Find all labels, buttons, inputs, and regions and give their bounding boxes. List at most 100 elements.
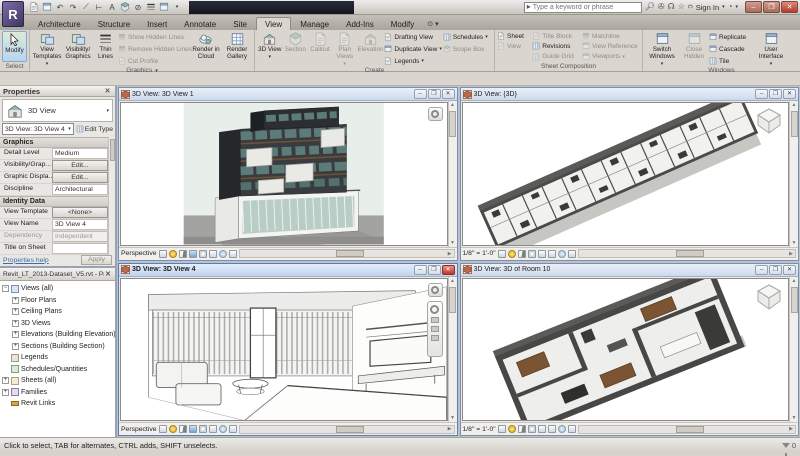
horizontal-scrollbar[interactable]: ▶	[239, 249, 455, 258]
schedules-button[interactable]: Schedules▾	[443, 32, 492, 42]
drawing-canvas[interactable]	[120, 278, 448, 422]
favorites-icon[interactable]: ☆	[678, 3, 685, 11]
property-value[interactable]: 3D View 4	[52, 219, 108, 230]
sun-path-icon[interactable]	[169, 250, 177, 258]
horizontal-scrollbar[interactable]: ▶	[239, 425, 455, 434]
callout-button[interactable]: Callout	[308, 31, 332, 67]
drawing-canvas[interactable]	[120, 102, 448, 246]
properties-help-link[interactable]: Properties help	[3, 257, 49, 264]
minimize-button[interactable]: –	[414, 89, 427, 99]
show-hidden-lines-button[interactable]: Show Hidden Lines	[118, 32, 190, 42]
close-icon[interactable]: ✕	[104, 270, 112, 278]
crop-view-icon[interactable]	[528, 250, 536, 258]
expand-icon[interactable]: +	[12, 308, 19, 315]
tree-item-sheets[interactable]: +Sheets (all)	[2, 375, 115, 387]
tile-button[interactable]: Tile	[709, 56, 753, 66]
lock-view-icon[interactable]	[548, 425, 556, 433]
property-row[interactable]: Detail LevelMedium	[0, 148, 115, 160]
expand-icon[interactable]: +	[12, 343, 19, 350]
viewports-button[interactable]: Viewports▾	[582, 52, 640, 62]
property-row[interactable]: Visibility/Grap...Edit...	[0, 160, 115, 172]
drawing-canvas[interactable]	[462, 102, 790, 246]
scroll-right-icon[interactable]: ▶	[446, 426, 454, 433]
redo-icon[interactable]: ↷	[67, 2, 79, 13]
default-3d-view-icon[interactable]	[119, 2, 131, 13]
edit-button[interactable]: Edit...	[52, 160, 108, 171]
tree-item-schedules[interactable]: Schedules/Quantities	[2, 364, 115, 376]
drawing-canvas[interactable]	[462, 278, 790, 422]
property-row[interactable]: Title on Sheet	[0, 243, 115, 255]
temporary-hide-icon[interactable]	[219, 250, 227, 258]
edit-type-button[interactable]: Edit Type	[76, 123, 113, 134]
title-block-button[interactable]: Title Block	[532, 31, 576, 41]
horizontal-scrollbar[interactable]: ▶	[578, 249, 796, 258]
filter-icon[interactable]	[782, 443, 790, 448]
temporary-hide-icon[interactable]	[558, 425, 566, 433]
section-button[interactable]: Section	[284, 31, 308, 67]
tab-view[interactable]: View	[256, 17, 291, 30]
minimize-button[interactable]: –	[414, 265, 427, 275]
property-value[interactable]: Medium	[52, 148, 108, 159]
property-row[interactable]: Graphic Displa...Edit...	[0, 172, 115, 184]
save-icon[interactable]	[41, 2, 53, 13]
lock-view-icon[interactable]	[548, 250, 556, 258]
tab-site[interactable]: Site	[225, 18, 255, 30]
shadows-icon[interactable]	[179, 250, 187, 258]
search-input[interactable]	[533, 4, 639, 11]
switch-windows-button[interactable]: Switch Windows▾	[645, 31, 679, 67]
vertical-scrollbar[interactable]: ▲▼	[448, 101, 457, 247]
close-button[interactable]: ✕	[442, 89, 455, 99]
pan-icon[interactable]	[431, 317, 439, 323]
close-button[interactable]: ✕	[442, 265, 455, 275]
duplicate-view-button[interactable]: Duplicate View▾	[384, 44, 441, 54]
tree-item-families[interactable]: +Families	[2, 387, 115, 399]
plan-views-button[interactable]: Plan Views▾	[333, 31, 357, 67]
switch-windows-icon[interactable]	[158, 2, 170, 13]
expand-icon[interactable]: +	[12, 320, 19, 327]
ribbon-cycle-icon[interactable]: ⊙ ▾	[423, 18, 442, 30]
reveal-hidden-icon[interactable]	[229, 425, 237, 433]
sun-path-icon[interactable]	[508, 425, 516, 433]
undo-icon[interactable]: ↶	[54, 2, 66, 13]
viewport-title-bar[interactable]: 3D View: 3D View 4 –❐✕	[119, 264, 457, 277]
expand-icon[interactable]: +	[2, 377, 9, 384]
elevation-button[interactable]: Elevation	[358, 31, 384, 67]
tree-item-3d-views[interactable]: +3D Views	[2, 318, 115, 330]
communication-icon[interactable]: ☊	[668, 3, 675, 11]
tree-item-ceiling-plans[interactable]: +Ceiling Plans	[2, 306, 115, 318]
tab-modify[interactable]: Modify	[383, 18, 423, 30]
scroll-up-icon[interactable]: ▲	[450, 101, 455, 109]
restore-button[interactable]: ❐	[428, 89, 441, 99]
property-row[interactable]: DependencyIndependent	[0, 231, 115, 243]
sun-path-icon[interactable]	[508, 250, 516, 258]
modify-button[interactable]: Modify	[2, 31, 27, 62]
guide-grid-button[interactable]: Guide Grid	[532, 52, 576, 62]
sign-in-button[interactable]: Sign In	[696, 3, 719, 12]
steering-wheel-icon[interactable]	[428, 283, 443, 297]
shadows-icon[interactable]	[518, 250, 526, 258]
crop-view-icon[interactable]	[199, 250, 207, 258]
tab-addins[interactable]: Add-Ins	[338, 18, 382, 30]
tree-item-sections[interactable]: +Sections (Building Section)	[2, 341, 115, 353]
section-graphics[interactable]: Graphics«	[0, 137, 115, 148]
visual-style-icon[interactable]	[498, 425, 506, 433]
drafting-view-button[interactable]: Drafting View	[384, 32, 441, 42]
reveal-hidden-icon[interactable]	[229, 250, 237, 258]
signin-chevron-icon[interactable]: ▾	[722, 5, 725, 10]
replicate-button[interactable]: Replicate	[709, 32, 753, 42]
shadows-icon[interactable]	[518, 425, 526, 433]
customize-qat-icon[interactable]: ▾	[171, 2, 183, 13]
scale-label[interactable]: Perspective	[121, 426, 157, 433]
open-icon[interactable]	[28, 2, 40, 13]
navigation-bar[interactable]	[427, 301, 443, 357]
scope-box-button[interactable]: Scope Box	[443, 44, 492, 54]
properties-scrollbar[interactable]	[108, 137, 115, 255]
thin-lines-button[interactable]: Thin Lines	[94, 31, 117, 67]
tab-structure[interactable]: Structure	[90, 18, 138, 30]
section-identity-data[interactable]: Identity Data«	[0, 196, 115, 207]
show-rendering-icon[interactable]	[189, 425, 197, 433]
scale-label[interactable]: 1/8" = 1'-0"	[463, 426, 496, 433]
scroll-down-icon[interactable]: ▼	[792, 414, 797, 422]
legends-button[interactable]: Legends▾	[384, 56, 441, 66]
cut-profile-button[interactable]: Cut Profile	[118, 56, 190, 66]
